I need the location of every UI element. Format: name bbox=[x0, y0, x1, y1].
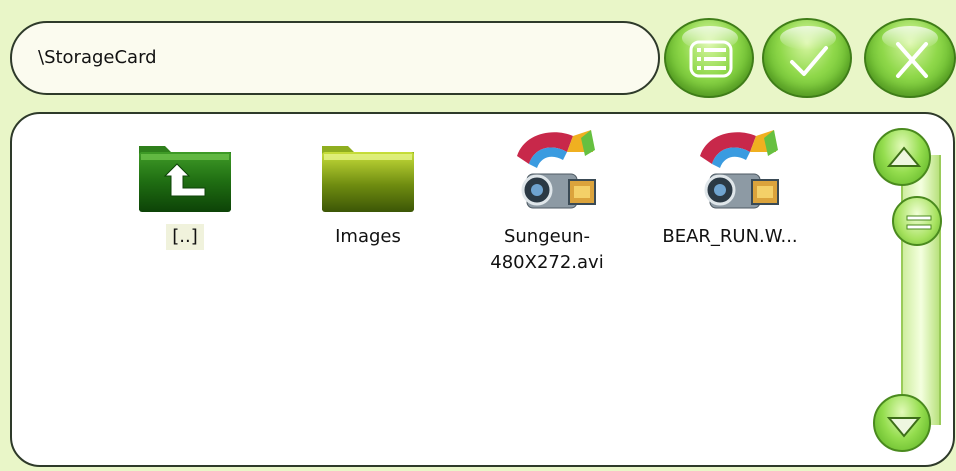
current-path: \StorageCard bbox=[38, 47, 157, 68]
path-bar[interactable]: \StorageCard bbox=[10, 21, 660, 95]
scroll-down-button[interactable] bbox=[873, 394, 931, 452]
file-label: BEAR_RUN.W... bbox=[662, 226, 798, 247]
video-file-icon bbox=[700, 130, 779, 209]
file-item-video[interactable]: BEAR_RUN.W... bbox=[655, 126, 805, 250]
grip-icon bbox=[906, 215, 932, 230]
close-button[interactable] bbox=[864, 18, 956, 98]
file-item-parent[interactable]: [..] bbox=[110, 134, 260, 250]
arrow-up-icon bbox=[886, 146, 922, 167]
scroll-up-button[interactable] bbox=[873, 128, 931, 186]
parent-folder-icon bbox=[139, 146, 231, 212]
arrow-down-icon bbox=[886, 417, 922, 438]
file-label: Sungeun- 480X272.avi bbox=[490, 226, 604, 273]
folder-icon bbox=[322, 146, 414, 212]
confirm-button[interactable] bbox=[762, 18, 852, 98]
view-list-button[interactable] bbox=[664, 18, 754, 98]
scrollbar-thumb[interactable] bbox=[892, 196, 942, 246]
check-icon bbox=[790, 46, 828, 76]
file-label: Images bbox=[335, 226, 401, 247]
file-item-folder[interactable]: Images bbox=[293, 134, 443, 250]
close-icon bbox=[896, 42, 928, 78]
video-file-icon bbox=[517, 130, 596, 209]
file-item-video[interactable]: Sungeun- 480X272.avi bbox=[472, 126, 622, 276]
file-label: [..] bbox=[166, 224, 204, 250]
list-icon bbox=[689, 40, 733, 78]
